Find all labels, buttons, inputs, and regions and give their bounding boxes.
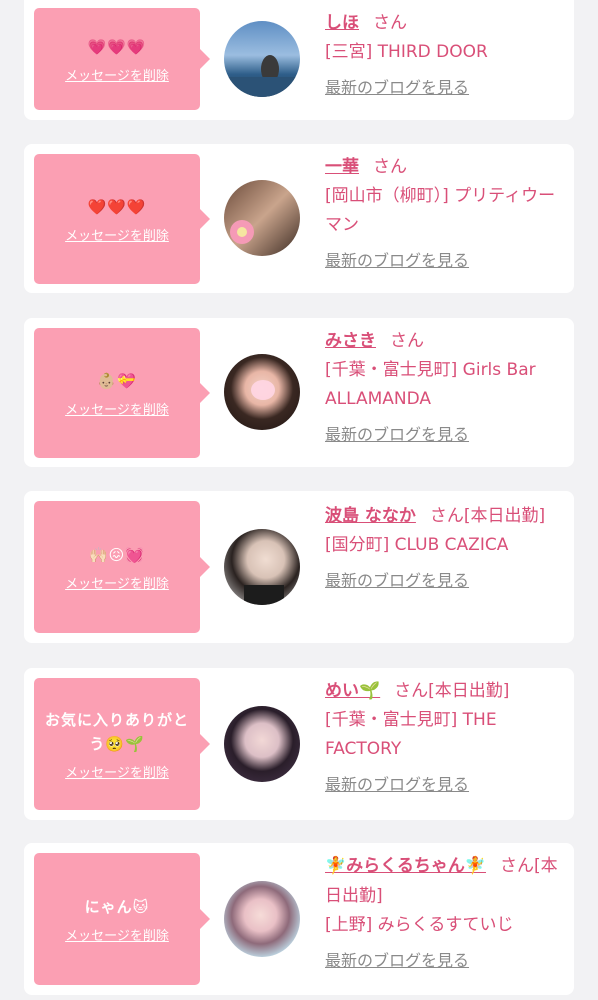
latest-blog-link[interactable]: 最新のブログを見る [325,249,560,273]
latest-blog-link[interactable]: 最新のブログを見る [325,949,560,973]
message-bubble: にゃん🐱 メッセージを削除 [34,853,210,985]
favorite-card: 🙌🏻😖💓 メッセージを削除 波島 ななか さん[本日出勤] [国分町] CLUB … [24,491,574,643]
honorific: さん [373,13,407,33]
cast-name-link[interactable]: めい🌱 [325,681,380,701]
honorific: さん [373,157,407,177]
honorific: さん [390,331,424,351]
shop-name: [上野] みらくるすていじ [325,915,514,935]
avatar[interactable] [224,706,300,782]
avatar[interactable] [224,21,300,97]
cast-name-link[interactable]: 🧚みらくるちゃん🧚 [325,856,486,876]
shop-name: [国分町] CLUB CAZICA [325,535,509,555]
message-bubble: 👶🏼💝 メッセージを削除 [34,328,210,458]
message-text: ❤️❤️❤️ [87,197,147,216]
latest-blog-link[interactable]: 最新のブログを見る [325,423,560,447]
attendance-status: [本日出勤] [428,681,510,701]
honorific: さん [429,506,464,526]
cast-name-link[interactable]: 一華 [325,157,359,177]
delete-message-link[interactable]: メッセージを削除 [65,762,169,781]
favorite-card: 👶🏼💝 メッセージを削除 みさき さん [千葉・富士見町] Girls Bar A… [24,318,574,467]
shop-name: [三宮] THIRD DOOR [325,42,488,62]
favorite-card: にゃん🐱 メッセージを削除 🧚みらくるちゃん🧚 さん[本日出勤] [上野] みらく… [24,843,574,995]
avatar[interactable] [224,881,300,957]
honorific: さん [500,856,534,876]
attendance-status: [本日出勤] [463,506,546,526]
honorific: さん [394,681,429,701]
message-bubble: 💗💗💗 メッセージを削除 [34,8,210,110]
shop-name: [千葉・富士見町] THE FACTORY [325,710,497,759]
latest-blog-link[interactable]: 最新のブログを見る [325,773,560,797]
delete-message-link[interactable]: メッセージを削除 [65,925,169,944]
message-text: 🙌🏻😖💓 [89,545,145,564]
cast-name-link[interactable]: みさき [325,331,376,351]
avatar[interactable] [224,529,300,605]
message-text: 💗💗💗 [87,37,147,56]
favorite-card: 💗💗💗 メッセージを削除 しほ さん [三宮] THIRD DOOR 最新のブログ… [24,0,574,120]
message-text: にゃん🐱 [84,897,150,916]
delete-message-link[interactable]: メッセージを削除 [65,225,169,244]
shop-name: [千葉・富士見町] Girls Bar ALLAMANDA [325,360,536,409]
message-bubble: ❤️❤️❤️ メッセージを削除 [34,154,210,284]
message-text: お気に入りありがとう🥺🌱 [44,710,189,753]
cast-name-link[interactable]: しほ [325,13,359,33]
shop-name: [岡山市（柳町）] プリティウーマン [325,186,556,235]
delete-message-link[interactable]: メッセージを削除 [65,65,169,84]
latest-blog-link[interactable]: 最新のブログを見る [325,76,560,100]
message-text: 👶🏼💝 [97,371,137,390]
delete-message-link[interactable]: メッセージを削除 [65,399,169,418]
avatar[interactable] [224,354,300,430]
latest-blog-link[interactable]: 最新のブログを見る [325,569,560,593]
delete-message-link[interactable]: メッセージを削除 [65,573,169,592]
message-bubble: お気に入りありがとう🥺🌱 メッセージを削除 [34,678,210,810]
favorite-card: ❤️❤️❤️ メッセージを削除 一華 さん [岡山市（柳町）] プリティウーマン … [24,144,574,293]
favorite-card: お気に入りありがとう🥺🌱 メッセージを削除 めい🌱 さん[本日出勤] [千葉・富士… [24,668,574,820]
avatar[interactable] [224,180,300,256]
message-bubble: 🙌🏻😖💓 メッセージを削除 [34,501,210,633]
cast-name-link[interactable]: 波島 ななか [325,506,416,526]
